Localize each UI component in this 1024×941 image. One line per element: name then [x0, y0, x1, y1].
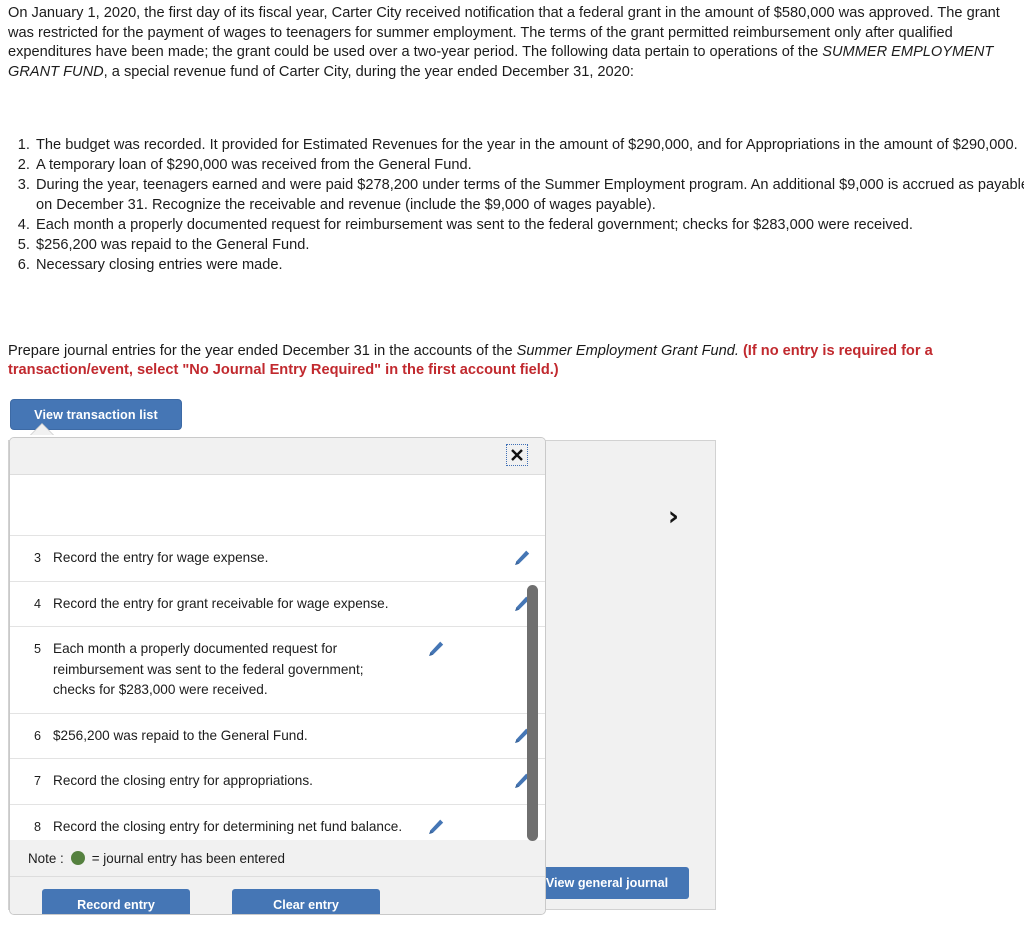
- problem-statement: On January 1, 2020, the first day of its…: [8, 4, 1016, 82]
- record-entry-button[interactable]: Record entry: [42, 889, 190, 914]
- list-item: The budget was recorded. It provided for…: [34, 136, 1024, 156]
- list-item: Each month a properly documented request…: [34, 216, 1024, 236]
- row-number: 6: [33, 728, 41, 743]
- row-number: 3: [33, 551, 41, 565]
- row-description: Record the entry for grant receivable fo…: [53, 595, 389, 611]
- edit-pencil-icon[interactable]: [499, 548, 545, 567]
- next-chevron-icon[interactable]: ›: [668, 503, 679, 530]
- transaction-list-panel: 3 Record the entry for wage expense. 4 R…: [9, 437, 546, 915]
- facts-list: The budget was recorded. It provided for…: [8, 136, 1024, 276]
- transaction-list-header: [10, 438, 545, 475]
- note-legend: Note : = journal entry has been entered: [10, 840, 545, 877]
- row-number: 7: [33, 774, 41, 788]
- clear-entry-button[interactable]: Clear entry: [232, 889, 380, 914]
- list-item: $256,200 was repaid to the General Fund.: [34, 236, 1024, 256]
- prepare-fund-italic: Summer Employment Grant Fund.: [516, 342, 739, 359]
- close-icon[interactable]: [506, 444, 528, 466]
- problem-intro-paragraph: On January 1, 2020, the first day of its…: [8, 4, 1016, 82]
- tab-caret-icon: [31, 424, 53, 435]
- prepare-text: Prepare journal entries for the year end…: [8, 342, 517, 359]
- row-description: Record the closing entry for appropriati…: [53, 773, 313, 788]
- scrollbar-thumb[interactable]: [527, 585, 538, 841]
- row-number: 5: [33, 642, 41, 656]
- table-row[interactable]: 5 Each month a properly documented reque…: [10, 627, 545, 714]
- list-item: A temporary loan of $290,000 was receive…: [34, 156, 1024, 176]
- row-number: 4: [33, 596, 41, 611]
- edit-pencil-icon[interactable]: [499, 594, 545, 613]
- row-description: Record the closing entry for determining…: [53, 818, 403, 834]
- scrolled-blank-region: [10, 475, 545, 536]
- row-description: Record the entry for wage expense.: [53, 550, 269, 565]
- prepare-instruction: Prepare journal entries for the year end…: [8, 342, 1016, 381]
- row-description: Each month a properly documented request…: [53, 641, 364, 697]
- view-general-journal-button[interactable]: View general journal: [525, 867, 689, 899]
- green-dot-icon: [70, 851, 85, 865]
- table-row[interactable]: 3 Record the entry for wage expense.: [10, 536, 545, 582]
- list-item: Necessary closing entries were made.: [34, 256, 1024, 276]
- table-row[interactable]: 6 $256,200 was repaid to the General Fun…: [10, 713, 545, 759]
- note-description: = journal entry has been entered: [91, 850, 285, 866]
- table-row[interactable]: 7 Record the closing entry for appropria…: [10, 759, 545, 805]
- list-item: During the year, teenagers earned and we…: [34, 176, 1024, 215]
- edit-pencil-icon[interactable]: [413, 817, 459, 836]
- row-number: 8: [33, 819, 41, 834]
- edit-pencil-icon[interactable]: [499, 726, 545, 745]
- transaction-list-footer: Record entry Clear entry: [10, 877, 545, 914]
- problem-intro-part2: , a special revenue fund of Carter City,…: [103, 63, 634, 80]
- table-row[interactable]: 4 Record the entry for grant receivable …: [10, 581, 545, 627]
- edit-pencil-icon[interactable]: [413, 639, 459, 658]
- transaction-list-scrollbar[interactable]: [527, 585, 538, 843]
- row-description: $256,200 was repaid to the General Fund.: [53, 727, 308, 743]
- edit-pencil-icon[interactable]: [499, 771, 545, 790]
- transaction-list-scroll-area[interactable]: 3 Record the entry for wage expense. 4 R…: [10, 475, 545, 840]
- table-row[interactable]: 8 Record the closing entry for determini…: [10, 804, 545, 840]
- note-label: Note :: [28, 850, 64, 866]
